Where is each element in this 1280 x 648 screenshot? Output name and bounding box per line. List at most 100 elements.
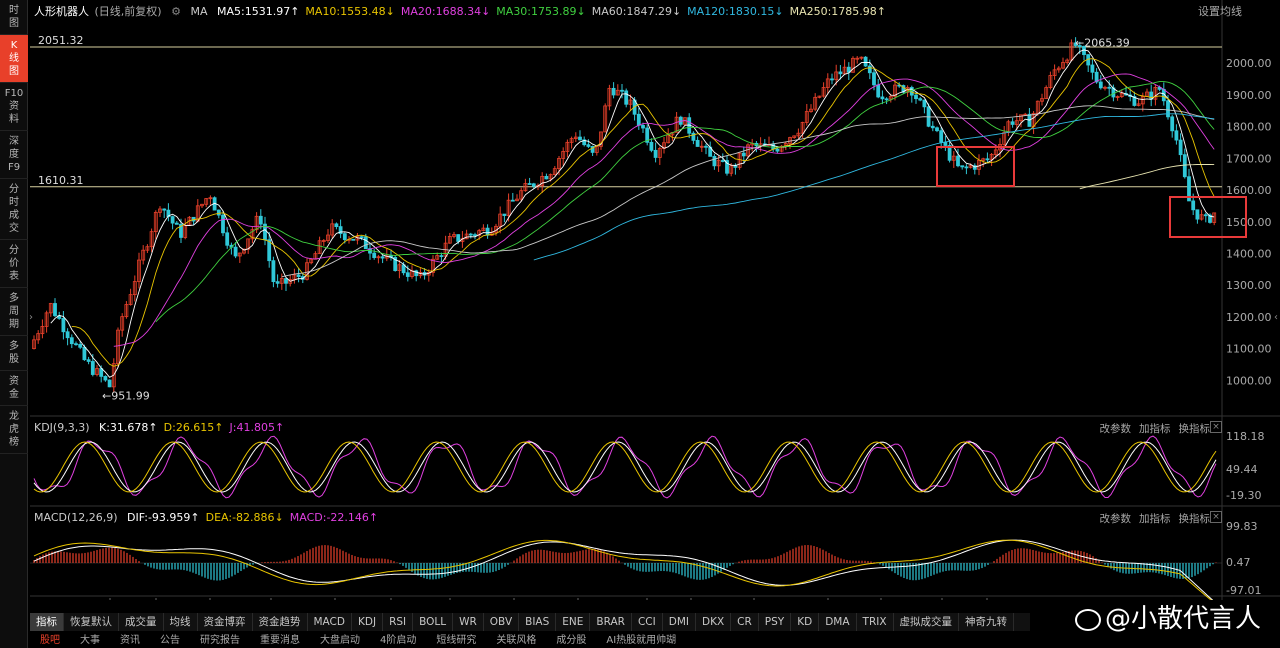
indicator-tab-2[interactable]: 成交量	[119, 613, 164, 631]
kdj-tick-label: -19.30	[1226, 489, 1261, 502]
gear-icon[interactable]: ⚙	[171, 5, 181, 18]
indicator-tab-22[interactable]: TRIX	[857, 613, 894, 631]
candle	[221, 214, 225, 234]
indicator-tab-16[interactable]: DMI	[663, 613, 696, 631]
candle	[216, 209, 221, 216]
bottom-tab-8[interactable]: 短线研究	[426, 633, 486, 648]
indicator-tab-9[interactable]: BOLL	[413, 613, 454, 631]
bottom-tab-0[interactable]: 股吧	[30, 633, 70, 648]
candle	[1170, 116, 1175, 132]
kline-chart-svg[interactable]: 2000.00 1900.00 1800.00 1700.00 1600.00 1500.…	[30, 0, 1280, 600]
indicator-tab-3[interactable]: 均线	[164, 613, 198, 631]
kdj-button-1[interactable]: 加指标	[1139, 423, 1171, 435]
sidebar-item-4[interactable]: 分 时 成 交	[0, 179, 28, 240]
indicator-tab-4[interactable]: 资金博弈	[198, 613, 253, 631]
candle	[838, 71, 843, 75]
bottom-tab-7[interactable]: 4阶启动	[370, 633, 426, 648]
candle	[876, 84, 881, 98]
indicator-tab-5[interactable]: 资金趋势	[253, 613, 308, 631]
sidebar-item-0[interactable]: 时 图	[0, 0, 28, 35]
kdj-button-2[interactable]: 换指标	[1179, 423, 1211, 435]
candle	[741, 152, 746, 157]
candle	[872, 72, 876, 86]
bottom-tab-5[interactable]: 重要消息	[250, 633, 310, 648]
kdj-button-0[interactable]: 改参数	[1100, 423, 1132, 435]
indicator-tab-6[interactable]: MACD	[308, 613, 352, 631]
macd-button-1[interactable]: 加指标	[1139, 513, 1171, 525]
bottom-tab-6[interactable]: 大盘启动	[310, 633, 370, 648]
candle	[922, 99, 927, 108]
sidebar-item-5[interactable]: 分 价 表	[0, 240, 28, 288]
candle	[502, 213, 507, 216]
ma-legend-1: MA10:1553.48↓	[305, 5, 395, 18]
hline-label: 2051.32	[38, 34, 84, 47]
sidebar-item-6[interactable]: 多 周 期	[0, 288, 28, 336]
indicator-tab-14[interactable]: BRAR	[590, 613, 632, 631]
candle	[233, 246, 238, 257]
indicator-tab-17[interactable]: DKX	[696, 613, 732, 631]
candle	[1166, 100, 1170, 118]
indicator-tab-11[interactable]: OBV	[484, 613, 520, 631]
kdj-title: KDJ(9,3,3)	[34, 421, 90, 434]
indicator-tab-20[interactable]: KD	[791, 613, 820, 631]
indicator-tab-1[interactable]: 恢复默认	[64, 613, 119, 631]
indicator-tab-21[interactable]: DMA	[819, 613, 857, 631]
bottom-tab-4[interactable]: 研究报告	[190, 633, 250, 648]
indicator-tab-23[interactable]: 虚拟成交量	[894, 613, 960, 631]
indicator-tab-15[interactable]: CCI	[632, 613, 663, 631]
candle	[544, 175, 549, 180]
left-sidebar: 时 图K 线 图 F10 资 料深 度 F9 分 时 成 交分 价 表多 周 期多 …	[0, 0, 28, 648]
bottom-tab-11[interactable]: AI热股就用帅瑚	[596, 633, 686, 648]
ma-settings-button[interactable]: 设置均线	[1198, 3, 1242, 19]
ma-legend-4: MA60:1847.29↓	[591, 5, 682, 18]
candle	[930, 125, 935, 129]
bottom-tab-2[interactable]: 资讯	[110, 633, 150, 648]
indicator-tab-8[interactable]: RSI	[383, 613, 414, 631]
bottom-tab-1[interactable]: 大事	[70, 633, 110, 648]
ma-line-20	[113, 73, 1215, 347]
candle	[405, 272, 410, 277]
candle	[1178, 139, 1183, 156]
expand-right-arrow-icon[interactable]: ‹	[1274, 312, 1278, 323]
indicator-tab-10[interactable]: WR	[453, 613, 484, 631]
sidebar-item-3[interactable]: 深 度 F9	[0, 131, 28, 179]
sidebar-item-1[interactable]: K 线 图	[0, 35, 28, 83]
weibo-logo-icon	[1075, 608, 1101, 631]
macd-tick-label: 99.83	[1226, 520, 1258, 533]
candle	[271, 260, 276, 283]
macd-close-icon[interactable]: ×	[1210, 511, 1222, 523]
ma-legend-6: MA250:1785.98↑	[789, 5, 887, 18]
kdj-close-icon[interactable]: ×	[1210, 421, 1222, 433]
indicator-tab-0[interactable]: 指标	[30, 613, 64, 631]
candle	[170, 216, 175, 224]
sidebar-item-7[interactable]: 多 股	[0, 336, 28, 371]
watermark: @小散代言人	[1075, 598, 1261, 635]
indicator-tab-13[interactable]: ENE	[556, 613, 591, 631]
indicator-tab-19[interactable]: PSY	[759, 613, 792, 631]
indicator-tab-12[interactable]: BIAS	[519, 613, 557, 631]
candle	[162, 208, 167, 211]
indicator-tab-24[interactable]: 神奇九转	[959, 613, 1015, 631]
macd-button-0[interactable]: 改参数	[1100, 513, 1132, 525]
macd-button-2[interactable]: 换指标	[1179, 513, 1211, 525]
macd-header: MACD(12,26,9) DIF:-93.959↑ DEA:-82.886↓ MA…	[34, 511, 390, 524]
sidebar-item-8[interactable]: 资 金	[0, 371, 28, 406]
price-tick-label: 1100.00	[1226, 343, 1272, 356]
hline-label: 1610.31	[38, 174, 84, 187]
price-tick-label: 1000.00	[1226, 374, 1272, 387]
sidebar-item-9[interactable]: 龙 虎 榜	[0, 406, 28, 454]
candle	[863, 56, 868, 67]
indicator-tab-7[interactable]: KDJ	[352, 613, 384, 631]
candle	[78, 344, 83, 348]
bottom-tab-9[interactable]: 关联风格	[486, 633, 546, 648]
sidebar-item-2[interactable]: F10 资 料	[0, 83, 28, 131]
candle	[1174, 130, 1179, 141]
candle	[1191, 200, 1196, 211]
candle	[704, 145, 708, 148]
kdj-legend-0: K:31.678↑	[99, 421, 158, 434]
bottom-tab-10[interactable]: 成分股	[546, 633, 596, 648]
macd-tick-label: -97.01	[1226, 584, 1261, 597]
bottom-tab-3[interactable]: 公告	[150, 633, 190, 648]
price-tick-label: 1200.00	[1226, 311, 1272, 324]
indicator-tab-18[interactable]: CR	[731, 613, 759, 631]
